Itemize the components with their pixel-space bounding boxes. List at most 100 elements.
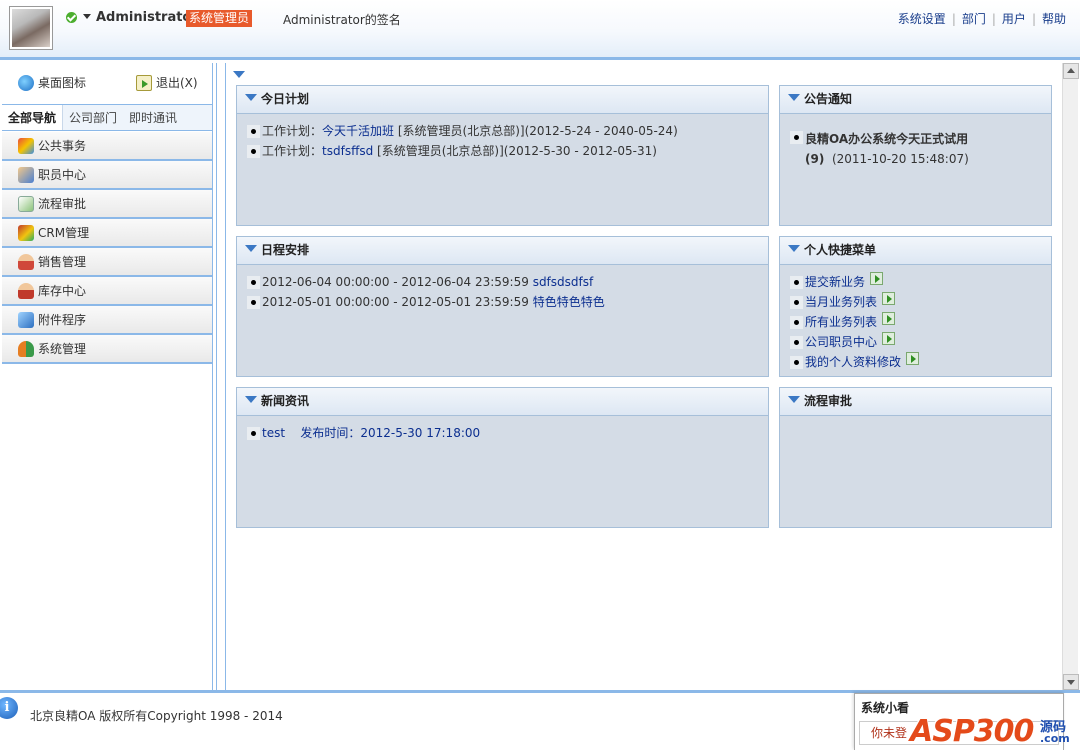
panel-header[interactable]: 新闻资讯	[237, 388, 768, 416]
shortcut-edit-profile[interactable]: 我的个人资料修改	[805, 352, 901, 372]
link-separator: |	[1031, 12, 1036, 26]
news-published-time: 2012-5-30 17:18:00	[360, 426, 481, 440]
panel-title: 个人快捷菜单	[804, 243, 877, 257]
panel-header[interactable]: 日程安排	[237, 237, 768, 265]
announcement-title[interactable]: 良精OA办公系统今天正式试用	[805, 132, 968, 146]
go-arrow-icon[interactable]	[870, 272, 884, 285]
sales-icon	[18, 253, 34, 270]
system-settings-link[interactable]: 系统设置	[898, 12, 946, 26]
list-item: 我的个人资料修改	[790, 352, 1041, 372]
workflow-panel: 流程审批	[779, 387, 1052, 528]
public-affairs-icon	[18, 137, 34, 154]
tab-all-navigation[interactable]: 全部导航	[2, 105, 64, 130]
list-item: 公司职员中心	[790, 332, 1041, 352]
scroll-down-icon[interactable]	[1063, 674, 1079, 690]
panel-body: test 发布时间： 2012-5-30 17:18:00	[237, 416, 768, 443]
nav-list: 公共事务 职员中心 流程审批 CRM管理 销售管理 库存中心 附件程序 系统管理	[2, 132, 212, 364]
panel-body: 良精OA办公系统今天正式试用 (9) (2011-10-20 15:48:07)	[780, 114, 1051, 169]
sidebar-item-label: 附件程序	[38, 313, 87, 327]
shortcuts-panel: 个人快捷菜单 提交新业务 当月业务列表 所有业务列表 公司职员中心 我的个人资料…	[779, 236, 1052, 377]
link-separator: |	[991, 12, 996, 26]
collapse-triangle-icon[interactable]	[788, 396, 800, 403]
logout-link[interactable]: 退出(X)	[136, 74, 198, 91]
role-badge: 系统管理员	[186, 10, 253, 27]
go-arrow-icon[interactable]	[882, 292, 896, 305]
watermark-main-text: ASP300	[910, 714, 1034, 749]
online-status-icon[interactable]	[66, 12, 77, 23]
bullet-icon	[790, 336, 803, 349]
go-arrow-icon[interactable]	[882, 332, 896, 345]
department-link[interactable]: 部门	[962, 12, 986, 26]
panel-body: 2012-06-04 00:00:00 - 2012-06-04 23:59:5…	[237, 265, 768, 312]
panel-title: 日程安排	[261, 243, 310, 257]
bullet-icon	[247, 427, 260, 440]
shortcut-monthly-business-list[interactable]: 当月业务列表	[805, 292, 877, 312]
shortcut-submit-new-business[interactable]: 提交新业务	[805, 272, 865, 292]
sidebar-item-crm[interactable]: CRM管理	[2, 219, 212, 248]
vertical-scrollbar[interactable]	[1062, 63, 1079, 690]
user-signature[interactable]: Administrator的签名	[283, 11, 401, 28]
today-plan-panel: 今日计划 工作计划： 今天千活加班 [系统管理员(北京总部)](2012-5-24…	[236, 85, 769, 226]
main-content: 今日计划 工作计划： 今天千活加班 [系统管理员(北京总部)](2012-5-24…	[225, 63, 1062, 690]
bullet-icon	[790, 316, 803, 329]
sidebar-item-system-management[interactable]: 系统管理	[2, 335, 212, 364]
panel-header[interactable]: 个人快捷菜单	[780, 237, 1051, 265]
user-link[interactable]: 用户	[1002, 12, 1026, 26]
collapse-triangle-icon[interactable]	[245, 245, 257, 252]
top-links: 系统设置 | 部门 | 用户 | 帮助	[898, 10, 1066, 27]
sidebar-item-sales[interactable]: 销售管理	[2, 248, 212, 277]
tab-instant-messaging[interactable]: 即时通讯	[123, 105, 183, 130]
avatar-photo	[12, 9, 50, 47]
inventory-icon	[18, 282, 34, 299]
plan-link[interactable]: 今天千活加班	[322, 121, 394, 141]
plan-details: [系统管理员(北京总部)](2012-5-24 - 2040-05-24)	[397, 124, 678, 138]
collapse-triangle-icon[interactable]	[788, 94, 800, 101]
news-panel: 新闻资讯 test 发布时间： 2012-5-30 17:18:00	[236, 387, 769, 528]
panel-body	[780, 416, 1051, 423]
schedule-link[interactable]: 特色特色特色	[533, 292, 605, 312]
collapse-triangle-icon[interactable]	[788, 245, 800, 252]
tab-company-departments[interactable]: 公司部门	[63, 105, 123, 130]
sidebar-item-attachment-program[interactable]: 附件程序	[2, 306, 212, 335]
sidebar-item-workflow[interactable]: 流程审批	[2, 190, 212, 219]
plan-link[interactable]: tsdfsffsd	[322, 141, 373, 161]
watermark-logo: ASP300 源码 .com	[910, 700, 1080, 750]
bullet-icon	[790, 356, 803, 369]
plan-details: [系统管理员(北京总部)](2012-5-30 - 2012-05-31)	[377, 144, 657, 158]
announcement-entry[interactable]: 良精OA办公系统今天正式试用 (9) (2011-10-20 15:48:07)	[805, 129, 969, 169]
panel-header[interactable]: 今日计划	[237, 86, 768, 114]
nav-tabs: 全部导航 公司部门 即时通讯	[2, 104, 212, 131]
info-icon[interactable]: i	[0, 697, 18, 719]
sidebar-item-inventory[interactable]: 库存中心	[2, 277, 212, 306]
panel-header[interactable]: 流程审批	[780, 388, 1051, 416]
go-arrow-icon[interactable]	[906, 352, 920, 365]
sidebar-item-public-affairs[interactable]: 公共事务	[2, 132, 212, 161]
scroll-up-icon[interactable]	[1063, 63, 1079, 79]
bullet-icon	[247, 296, 260, 309]
sidebar-item-label: 公共事务	[38, 139, 87, 153]
collapse-triangle-icon[interactable]	[245, 396, 257, 403]
sidebar-item-label: CRM管理	[38, 226, 90, 240]
list-item: 2012-05-01 00:00:00 - 2012-05-01 23:59:5…	[247, 292, 758, 312]
list-item: 良精OA办公系统今天正式试用 (9) (2011-10-20 15:48:07)	[790, 129, 1041, 169]
panel-title: 公告通知	[804, 92, 853, 106]
shortcut-all-business-list[interactable]: 所有业务列表	[805, 312, 877, 332]
list-item: 工作计划： 今天千活加班 [系统管理员(北京总部)](2012-5-24 - 20…	[247, 121, 758, 141]
system-management-icon	[18, 340, 34, 357]
help-link[interactable]: 帮助	[1042, 12, 1066, 26]
crm-icon	[18, 224, 34, 241]
collapse-triangle-icon[interactable]	[245, 94, 257, 101]
avatar[interactable]	[9, 6, 53, 50]
schedule-link[interactable]: sdfsdsdfsf	[533, 272, 594, 292]
shortcut-company-staff-center[interactable]: 公司职员中心	[805, 332, 877, 352]
status-dropdown-icon[interactable]	[83, 14, 91, 19]
panel-header[interactable]: 公告通知	[780, 86, 1051, 114]
link-separator: |	[951, 12, 956, 26]
news-link[interactable]: test	[262, 423, 285, 443]
copyright-text: 北京良精OA 版权所有Copyright 1998 - 2014	[30, 709, 283, 723]
desktop-icons-link[interactable]: 桌面图标	[18, 74, 86, 91]
sidebar-item-staff-center[interactable]: 职员中心	[2, 161, 212, 190]
collapse-all-icon[interactable]	[233, 71, 245, 78]
go-arrow-icon[interactable]	[882, 312, 896, 325]
list-item: 当月业务列表	[790, 292, 1041, 312]
